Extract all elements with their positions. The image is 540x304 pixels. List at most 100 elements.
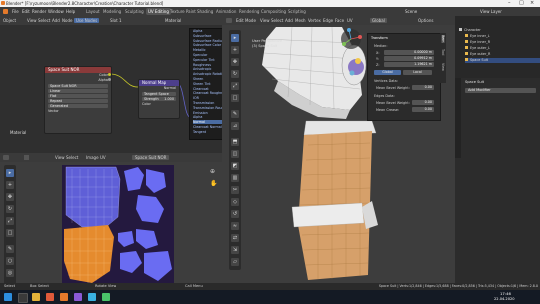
global-toggle[interactable]: Global bbox=[374, 70, 401, 75]
vp-move-tool-icon[interactable]: ✥ bbox=[231, 58, 239, 66]
uv-select-menu[interactable]: Select bbox=[66, 155, 78, 160]
windows-start-icon[interactable] bbox=[4, 293, 12, 301]
menu-render[interactable]: Render bbox=[32, 9, 46, 14]
outliner-row[interactable]: Character bbox=[459, 28, 538, 33]
tab-view[interactable]: View bbox=[441, 63, 445, 71]
use-nodes-toggle[interactable]: Use Nodes bbox=[74, 18, 100, 23]
image-name-field[interactable]: Space Suit NOR bbox=[48, 84, 108, 88]
viewport-editor-type-icon[interactable] bbox=[226, 18, 232, 23]
vp-transform-tool-icon[interactable]: □ bbox=[231, 94, 239, 102]
outliner-row[interactable]: Eye outer_R bbox=[465, 52, 540, 57]
vp-shear-tool-icon[interactable]: ▱ bbox=[231, 258, 239, 266]
vp-slide-tool-icon[interactable]: ⇄ bbox=[231, 234, 239, 242]
dropdown-item[interactable]: Clearcoat Normal bbox=[193, 125, 222, 129]
move-tool-icon[interactable]: ✥ bbox=[6, 193, 14, 201]
alpha-output-socket[interactable] bbox=[108, 78, 111, 81]
tab-sculpting[interactable]: Sculpting bbox=[123, 8, 146, 15]
uv-view-menu[interactable]: View bbox=[55, 155, 65, 160]
uv-uv-menu[interactable]: UV bbox=[100, 155, 106, 160]
vp-knife-tool-icon[interactable]: ✂ bbox=[231, 186, 239, 194]
vp-select-menu[interactable]: Select bbox=[271, 18, 283, 23]
projection-select[interactable]: Flat bbox=[48, 94, 108, 98]
edit-mode-selector[interactable]: Edit Mode bbox=[236, 18, 256, 23]
vp-scale-tool-icon[interactable]: ⤢ bbox=[231, 82, 239, 90]
vp-spin-tool-icon[interactable]: ↺ bbox=[231, 210, 239, 218]
vp-extrude-tool-icon[interactable]: ⬒ bbox=[231, 138, 239, 146]
app-icon-2[interactable] bbox=[88, 293, 96, 301]
vp-annotate-tool-icon[interactable]: ✎ bbox=[231, 110, 239, 118]
colorspace-select[interactable]: Generated bbox=[48, 104, 108, 108]
app-icon-3[interactable] bbox=[102, 293, 110, 301]
dropdown-item[interactable]: Subsurface Color bbox=[193, 43, 221, 47]
z-field[interactable]: 1.19621 m bbox=[384, 62, 434, 67]
vp-loopcut-tool-icon[interactable]: ▥ bbox=[231, 174, 239, 182]
tab-item[interactable]: Item bbox=[441, 35, 445, 43]
menu-help[interactable]: Help bbox=[66, 9, 75, 14]
header-add-menu[interactable]: Add bbox=[52, 18, 60, 23]
extension-select[interactable]: Repeat bbox=[48, 99, 108, 103]
outliner-row[interactable]: Space Suit bbox=[465, 58, 540, 63]
outliner-row[interactable]: Eye inner_L bbox=[465, 34, 540, 39]
pinch-tool-icon[interactable]: ◎ bbox=[6, 269, 14, 277]
vp-select-tool-icon[interactable]: ▸ bbox=[231, 34, 239, 42]
dropdown-item[interactable]: Sheen bbox=[193, 77, 203, 81]
vp-uv-menu[interactable]: UV bbox=[347, 18, 353, 23]
blender-menu-icon[interactable] bbox=[3, 9, 8, 14]
dropdown-item[interactable]: Alpha bbox=[193, 115, 202, 119]
tab-texture-paint[interactable]: Texture Paint bbox=[168, 8, 198, 15]
x-field[interactable]: 0.00000 m bbox=[384, 50, 434, 55]
editor-type-icon[interactable] bbox=[3, 155, 9, 160]
interpolation-select[interactable]: Linear bbox=[48, 89, 108, 93]
tab-modeling[interactable]: Modeling bbox=[101, 8, 123, 15]
dropdown-item[interactable]: Clearcoat bbox=[193, 87, 209, 91]
vp-add-menu[interactable]: Add bbox=[285, 18, 293, 23]
header-select-menu[interactable]: Select bbox=[38, 18, 50, 23]
transform-tool-icon[interactable]: □ bbox=[6, 229, 14, 237]
tab-compositing[interactable]: Compositing bbox=[259, 8, 288, 15]
dropdown-item[interactable]: IOR bbox=[193, 96, 199, 100]
vp-rotate-tool-icon[interactable]: ↻ bbox=[231, 70, 239, 78]
vp-smooth-tool-icon[interactable]: ≈ bbox=[231, 222, 239, 230]
normal-map-node[interactable]: Normal Map Normal Tangent Space Strength… bbox=[138, 79, 180, 119]
vp-polybuild-tool-icon[interactable]: ◇ bbox=[231, 198, 239, 206]
tab-animation[interactable]: Animation bbox=[214, 8, 238, 15]
file-explorer-icon[interactable] bbox=[32, 293, 40, 301]
cursor-tool-icon[interactable]: + bbox=[6, 181, 14, 189]
transform-panel-title[interactable]: Transform bbox=[371, 36, 388, 40]
dropdown-item[interactable]: Alpha bbox=[193, 29, 202, 33]
header-object-menu[interactable]: Object bbox=[3, 18, 16, 23]
edge-bevel-field[interactable]: 0.00 bbox=[412, 100, 434, 105]
minimize-icon[interactable]: – bbox=[508, 0, 511, 6]
add-modifier-button[interactable]: Add Modifier bbox=[465, 88, 536, 93]
dropdown-item[interactable]: Anisotropic bbox=[193, 67, 211, 71]
search-icon[interactable] bbox=[18, 293, 28, 303]
vp-measure-tool-icon[interactable]: ⊿ bbox=[231, 122, 239, 130]
outliner[interactable]: Character Eye inner_L Eye inner_R Eye outer… bbox=[455, 16, 540, 78]
vp-bevel-tool-icon[interactable]: ◩ bbox=[231, 162, 239, 170]
tab-shading[interactable]: Shading bbox=[195, 8, 215, 15]
header-node-menu[interactable]: Node bbox=[62, 18, 72, 23]
vp-view-menu[interactable]: View bbox=[260, 18, 270, 23]
dropdown-item[interactable]: Subsurface bbox=[193, 34, 211, 38]
pan-view-icon[interactable]: ✋ bbox=[210, 180, 217, 187]
outliner-row[interactable]: Eye inner_R bbox=[465, 40, 540, 45]
mean-crease-field[interactable]: 0.00 bbox=[412, 107, 434, 112]
slot-selector[interactable]: Slot 1 bbox=[110, 18, 121, 23]
annotate-tool-icon[interactable]: ✎ bbox=[6, 245, 14, 253]
dropdown-item[interactable]: Sheen Tint bbox=[193, 82, 211, 86]
dropdown-item[interactable]: Normal bbox=[193, 120, 223, 125]
tab-scripting[interactable]: Scripting bbox=[286, 8, 308, 15]
tab-rendering[interactable]: Rendering bbox=[237, 8, 261, 15]
dropdown-item[interactable]: Transmission bbox=[193, 101, 214, 105]
vp-vertex-menu[interactable]: Vertex bbox=[308, 18, 321, 23]
dropdown-item[interactable]: Specular bbox=[193, 53, 207, 57]
header-view-menu[interactable]: View bbox=[27, 18, 37, 23]
close-icon[interactable]: × bbox=[530, 0, 534, 6]
rotate-tool-icon[interactable]: ↻ bbox=[6, 205, 14, 213]
menu-window[interactable]: Window bbox=[48, 9, 64, 14]
scene-selector[interactable]: Scene bbox=[405, 9, 417, 14]
dropdown-item[interactable]: Tangent bbox=[193, 130, 206, 134]
uv-sync-icon[interactable] bbox=[24, 155, 29, 160]
blender-taskbar-icon[interactable] bbox=[60, 293, 68, 301]
image-texture-node[interactable]: Space Suit NOR Color Alpha Space Suit NO… bbox=[44, 66, 112, 134]
